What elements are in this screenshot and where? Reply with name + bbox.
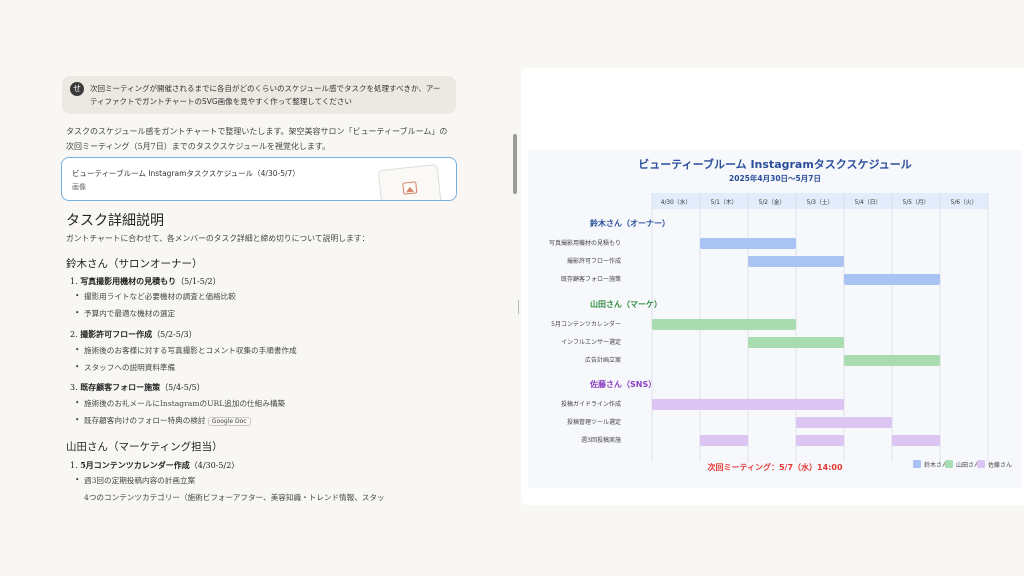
legend-swatch <box>945 460 953 468</box>
gantt-bar <box>844 274 940 285</box>
task-number: 3. <box>70 383 78 392</box>
task-item: 2. 撮影許可フロー作成（5/2-5/3） <box>70 329 197 340</box>
gantt-bar <box>700 435 748 446</box>
task-label: 既存顧客フォロー施策 <box>561 275 621 283</box>
legend-swatch <box>977 460 985 468</box>
task-period: （4/30-5/2） <box>189 461 240 470</box>
list-item: スタッフへの説明資料準備 <box>75 362 175 373</box>
member-heading: 鈴木さん（サロンオーナー） <box>66 258 203 270</box>
gantt-bar <box>652 399 844 410</box>
legend-swatch <box>913 460 921 468</box>
list-item: 施術後のお礼メールにInstagramのURL追加の仕組み構築 <box>75 398 285 409</box>
task-item: 1. 写真撮影用機材の見積もり（5/1-5/2） <box>70 276 221 287</box>
gantt-bar <box>844 355 940 366</box>
image-icon <box>402 181 418 195</box>
task-period: （5/4-5/5） <box>160 383 205 392</box>
artifact-title: ビューティーブルーム Instagramタスクスケジュール（4/30-5/7） <box>72 169 300 178</box>
gantt-bar <box>892 435 940 446</box>
chart-title: ビューティーブルーム Instagramタスクスケジュール <box>638 157 911 171</box>
tick-label: 5/5（月） <box>903 199 930 206</box>
list-item: 予算内で最適な機材の選定 <box>75 308 175 319</box>
legend-label: 佐藤さん <box>988 461 1012 469</box>
task-label: 投稿管理ツール選定 <box>567 418 621 426</box>
task-number: 2. <box>70 330 78 339</box>
task-label: 5月コンテンツカレンダー <box>551 320 621 328</box>
gantt-bar <box>700 238 796 249</box>
task-label: 写真撮影用機材の見積もり <box>549 239 621 247</box>
list-item: 撮影用ライトなど必要機材の調査と価格比較 <box>75 291 236 302</box>
list-item: 既存顧客向けのフォロー特典の検討 Google Doc <box>75 415 251 426</box>
gantt-bar <box>796 435 844 446</box>
gantt-bar <box>796 417 892 428</box>
tick-label: 5/4（日） <box>855 199 882 206</box>
member-heading: 山田さん（マーケティング担当） <box>66 441 223 453</box>
task-period: （5/2-5/3） <box>152 330 197 339</box>
gantt-bar <box>652 319 796 330</box>
legend-label: 山田さん <box>956 461 980 469</box>
section-lead: ガントチャートに合わせて、各メンバーのタスク詳細と締め切りについて説明します： <box>66 234 370 243</box>
tick-label: 5/3（土） <box>807 198 834 206</box>
list-item-text: 既存顧客向けのフォロー特典の検討 <box>84 416 206 425</box>
gantt-bar <box>748 337 844 348</box>
gantt-svg: ビューティーブルーム Instagramタスクスケジュール 2025年4月30日〜… <box>549 157 1012 472</box>
avatar: せ <box>70 82 84 96</box>
task-period: （5/1-5/2） <box>176 277 221 286</box>
group-label: 佐藤さん（SNS） <box>589 379 656 389</box>
list-item: 施術後のお客様に対する写真撮影とコメント収集の手順書作成 <box>75 345 297 356</box>
legend-label: 鈴木さん <box>924 461 948 469</box>
task-label: 広告計画立案 <box>585 356 621 364</box>
group-label: 鈴木さん（オーナー） <box>590 218 670 228</box>
task-label: インフルエンサー選定 <box>561 338 621 346</box>
chart-subtitle: 2025年4月30日〜5月7日 <box>729 173 821 183</box>
scrollbar[interactable] <box>513 134 517 194</box>
group-label: 山田さん（マーケ） <box>590 299 662 309</box>
chat-panel: せ 次回ミーティングが開催されるまでに各自がどのくらいのスケジュール感でタスクを… <box>0 0 520 576</box>
gantt-chart: ビューティーブルーム Instagramタスクスケジュール 2025年4月30日〜… <box>528 150 1022 488</box>
task-item: 3. 既存顧客フォロー施策（5/4-5/5） <box>70 382 205 393</box>
task-name: 5月コンテンツカレンダー作成 <box>80 460 190 470</box>
tick-label: 5/2（金） <box>759 198 786 206</box>
task-item: 1. 5月コンテンツカレンダー作成（4/30-5/2） <box>70 460 239 471</box>
task-label: 投稿ガイドライン作成 <box>561 400 621 408</box>
assistant-intro: タスクのスケジュール感をガントチャートで整理いたします。架空美容サロン「ビューテ… <box>66 127 448 151</box>
artifact-thumbnail <box>377 163 443 200</box>
task-name: 撮影許可フロー作成 <box>80 329 153 339</box>
tick-label: 5/6（火） <box>951 199 978 206</box>
user-message-text: 次回ミーティングが開催されるまでに各自がどのくらいのスケジュール感でタスクを処理… <box>90 84 441 106</box>
user-message: せ 次回ミーティングが開催されるまでに各自がどのくらいのスケジュール感でタスクを… <box>62 76 456 114</box>
section-heading: タスク詳細説明 <box>66 213 164 229</box>
tick-label: 5/1（木） <box>711 198 738 206</box>
task-label: 週3回投稿実施 <box>581 436 621 444</box>
task-name: 写真撮影用機材の見積もり <box>80 276 177 286</box>
tick-label: 4/30（水） <box>661 198 691 206</box>
meeting-label: 次回ミーティング：5/7（水）14:00 <box>707 462 842 472</box>
task-number: 1. <box>70 277 78 286</box>
google-doc-tag[interactable]: Google Doc <box>207 417 251 426</box>
gantt-bar <box>748 256 844 267</box>
artifact-card[interactable]: ビューティーブルーム Instagramタスクスケジュール（4/30-5/7） … <box>61 157 457 201</box>
list-item: 4つのコンテンツカテゴリー（施術ビフォーアフター、美容知識・トレンド情報、スタッ <box>84 492 434 503</box>
list-item: 週3回の定期投稿内容の計画立案 <box>75 475 195 486</box>
task-number: 1. <box>70 461 78 470</box>
task-label: 撮影許可フロー作成 <box>567 257 621 265</box>
artifact-type: 画像 <box>72 183 86 191</box>
task-name: 既存顧客フォロー施策 <box>80 382 161 392</box>
